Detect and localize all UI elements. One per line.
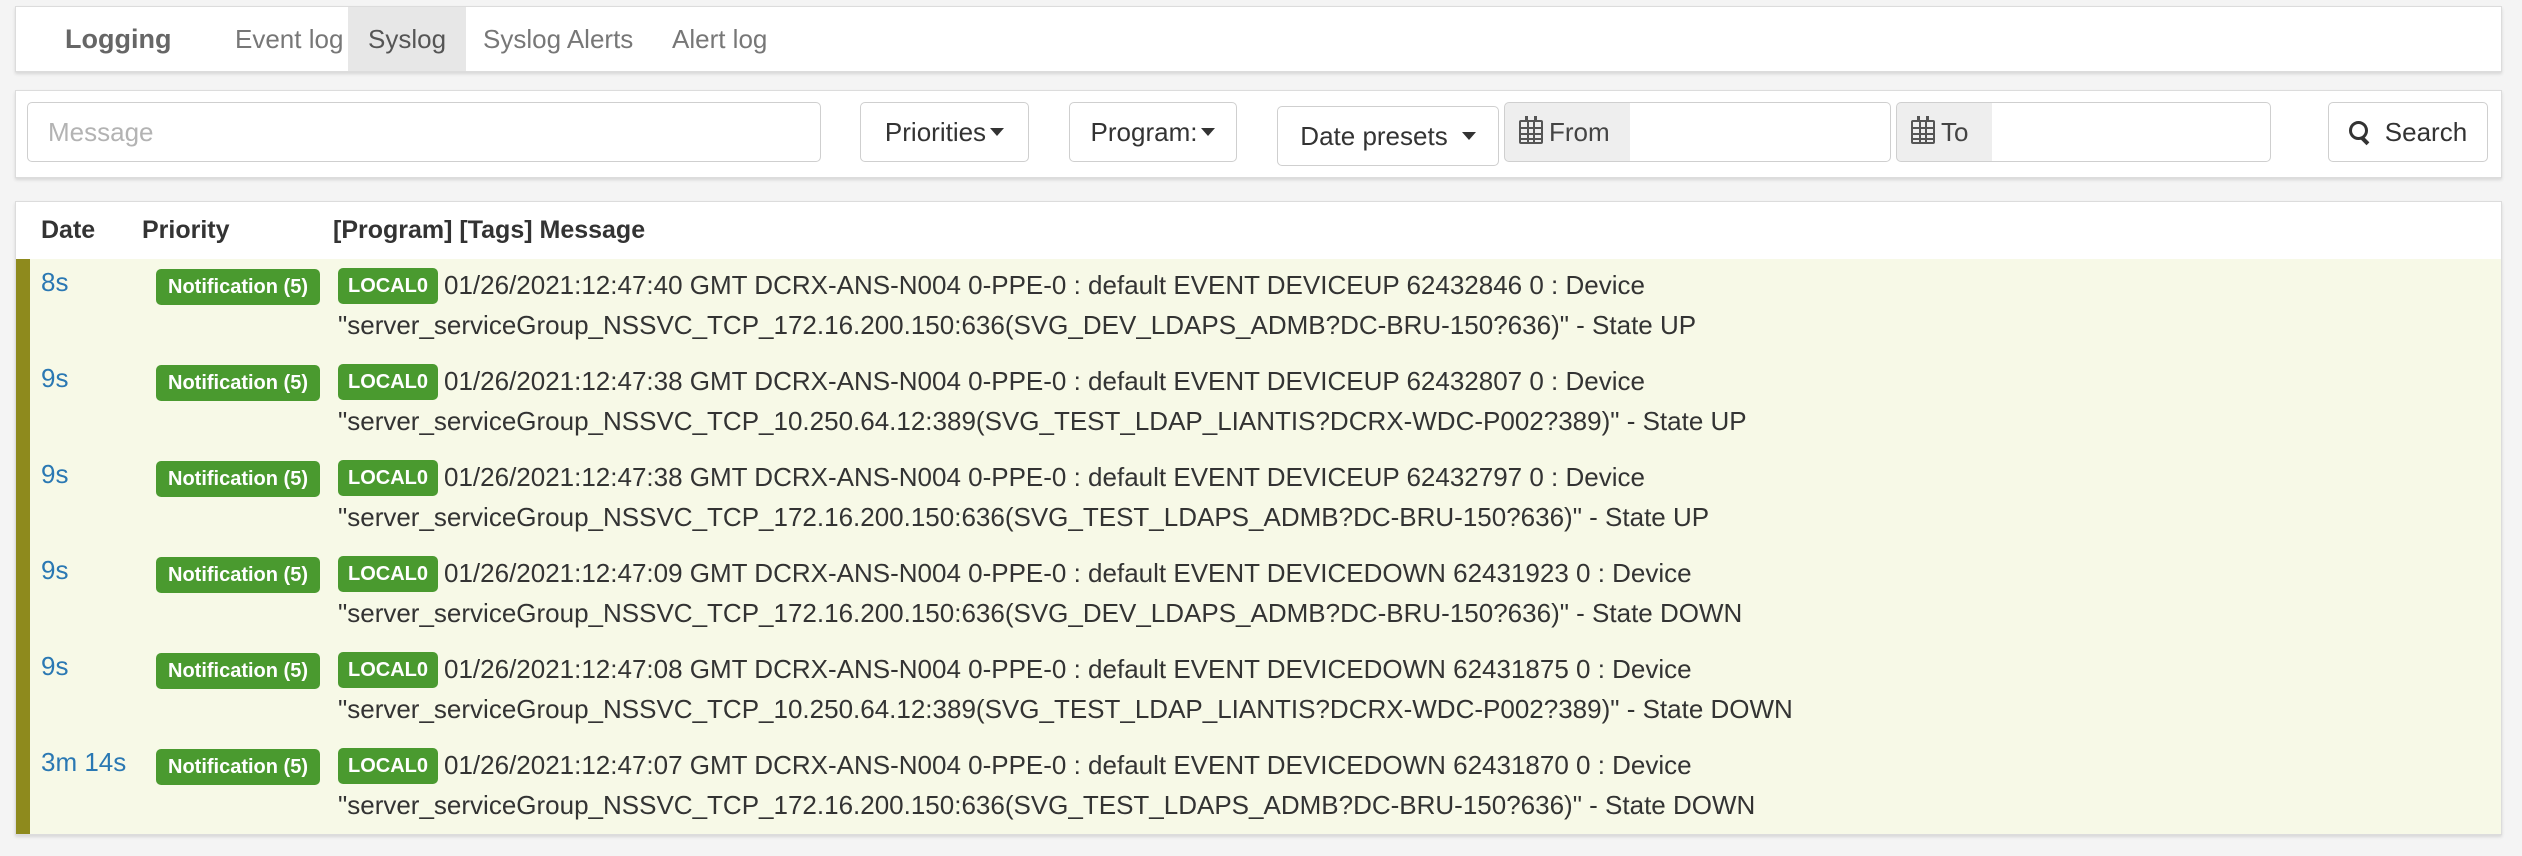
chevron-down-icon [1201, 128, 1216, 136]
column-message[interactable]: [Program] [Tags] Message [333, 202, 645, 259]
message-line-1: 01/26/2021:12:47:07 GMT DCRX-ANS-N004 0-… [444, 750, 1692, 780]
table-row: 9s Notification (5) LOCAL0 01/26/2021:12:… [16, 355, 2501, 451]
row-message: LOCAL0 01/26/2021:12:47:09 GMT DCRX-ANS-N… [338, 553, 2488, 633]
row-date-link[interactable]: 9s [41, 363, 68, 393]
message-line-2: "server_serviceGroup_NSSVC_TCP_10.250.64… [338, 406, 1747, 436]
program-badge: LOCAL0 [338, 652, 438, 688]
message-search-input[interactable] [27, 102, 821, 162]
table-header: Date Priority [Program] [Tags] Message [16, 202, 2501, 259]
search-button[interactable]: Search [2328, 102, 2488, 162]
search-icon [2348, 121, 2371, 143]
priorities-dropdown[interactable]: Priorities [860, 102, 1029, 162]
tab-event-log[interactable]: Event log [215, 7, 363, 71]
message-line-2: "server_serviceGroup_NSSVC_TCP_10.250.64… [338, 694, 1793, 724]
row-date-link[interactable]: 9s [41, 459, 68, 489]
chevron-down-icon [1461, 132, 1476, 140]
row-date-link[interactable]: 9s [41, 555, 68, 585]
row-message: LOCAL0 01/26/2021:12:47:38 GMT DCRX-ANS-N… [338, 457, 2488, 537]
row-date-link[interactable]: 3m 14s [41, 747, 126, 777]
program-dropdown[interactable]: Program: [1069, 102, 1237, 162]
filter-bar: Priorities Program: Date presets From To… [15, 90, 2502, 178]
to-label: To [1941, 116, 1969, 147]
program-badge: LOCAL0 [338, 460, 438, 496]
priority-badge: Notification (5) [156, 653, 320, 689]
program-badge: LOCAL0 [338, 748, 438, 784]
table-row: 3m 14s Notification (5) LOCAL0 01/26/2021… [16, 739, 2501, 834]
calendar-icon [1519, 116, 1543, 144]
from-addon: From [1504, 102, 1631, 162]
from-label: From [1549, 116, 1610, 147]
message-line-1: 01/26/2021:12:47:38 GMT DCRX-ANS-N004 0-… [444, 462, 1645, 492]
table-row: 9s Notification (5) LOCAL0 01/26/2021:12:… [16, 643, 2501, 739]
to-date-input[interactable] [1992, 102, 2271, 162]
tab-syslog-alerts[interactable]: Syslog Alerts [463, 7, 653, 71]
row-message: LOCAL0 01/26/2021:12:47:08 GMT DCRX-ANS-N… [338, 649, 2488, 729]
message-line-2: "server_serviceGroup_NSSVC_TCP_172.16.20… [338, 502, 1710, 532]
chevron-down-icon [990, 128, 1005, 136]
message-line-2: "server_serviceGroup_NSSVC_TCP_172.16.20… [338, 598, 1743, 628]
program-label: Program: [1090, 116, 1198, 147]
tab-alert-log[interactable]: Alert log [652, 7, 787, 71]
calendar-icon [1911, 116, 1935, 144]
row-date-link[interactable]: 9s [41, 651, 68, 681]
priority-badge: Notification (5) [156, 749, 320, 785]
date-presets-label: Date presets [1300, 120, 1448, 151]
priority-badge: Notification (5) [156, 269, 320, 305]
program-badge: LOCAL0 [338, 268, 438, 304]
row-message: LOCAL0 01/26/2021:12:47:38 GMT DCRX-ANS-N… [338, 361, 2488, 441]
row-message: LOCAL0 01/26/2021:12:47:07 GMT DCRX-ANS-N… [338, 745, 2488, 825]
priorities-label: Priorities [884, 116, 987, 147]
column-date[interactable]: Date [41, 202, 95, 259]
priority-badge: Notification (5) [156, 461, 320, 497]
row-date-link[interactable]: 8s [41, 267, 68, 297]
message-line-2: "server_serviceGroup_NSSVC_TCP_172.16.20… [338, 790, 1756, 820]
message-line-2: "server_serviceGroup_NSSVC_TCP_172.16.20… [338, 310, 1697, 340]
table-row: 8s Notification (5) LOCAL0 01/26/2021:12:… [16, 259, 2501, 355]
message-line-1: 01/26/2021:12:47:08 GMT DCRX-ANS-N004 0-… [444, 654, 1692, 684]
message-line-1: 01/26/2021:12:47:09 GMT DCRX-ANS-N004 0-… [444, 558, 1692, 588]
to-addon: To [1896, 102, 1993, 162]
priority-badge: Notification (5) [156, 365, 320, 401]
date-presets-dropdown[interactable]: Date presets [1277, 106, 1499, 166]
navbar-brand: Logging [65, 24, 172, 54]
row-message: LOCAL0 01/26/2021:12:47:40 GMT DCRX-ANS-N… [338, 265, 2488, 345]
search-button-label: Search [2384, 116, 2468, 147]
program-badge: LOCAL0 [338, 556, 438, 592]
message-line-1: 01/26/2021:12:47:40 GMT DCRX-ANS-N004 0-… [444, 270, 1645, 300]
column-priority[interactable]: Priority [142, 202, 230, 259]
priority-badge: Notification (5) [156, 557, 320, 593]
tab-syslog[interactable]: Syslog [348, 7, 467, 71]
message-line-1: 01/26/2021:12:47:38 GMT DCRX-ANS-N004 0-… [444, 366, 1645, 396]
table-row: 9s Notification (5) LOCAL0 01/26/2021:12:… [16, 451, 2501, 547]
program-badge: LOCAL0 [338, 364, 438, 400]
syslog-table: Date Priority [Program] [Tags] Message 8… [15, 201, 2502, 835]
from-date-input[interactable] [1630, 102, 1891, 162]
table-row: 9s Notification (5) LOCAL0 01/26/2021:12:… [16, 547, 2501, 643]
logging-navbar: Logging Event log Syslog Syslog Alerts A… [15, 6, 2502, 72]
